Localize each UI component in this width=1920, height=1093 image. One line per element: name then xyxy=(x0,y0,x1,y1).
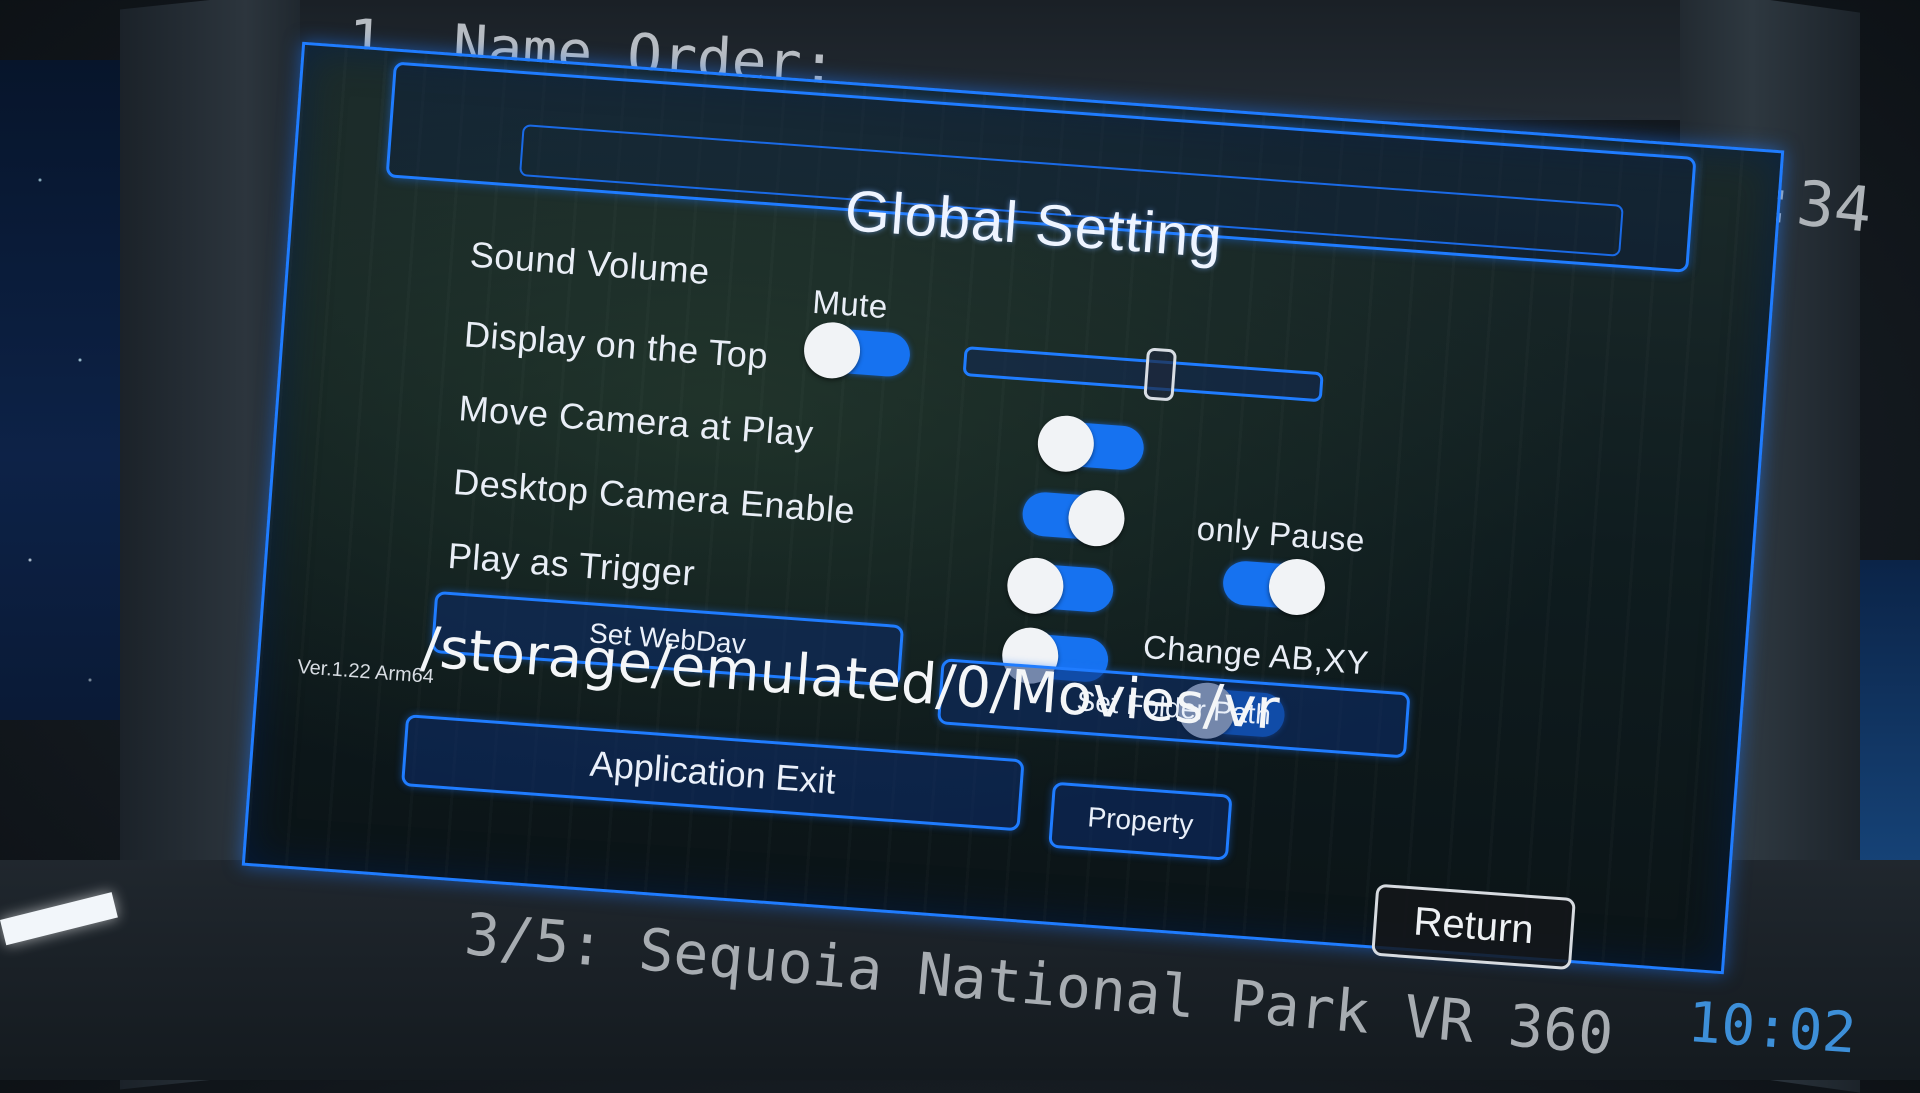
desktop-camera-toggle[interactable] xyxy=(1005,555,1119,620)
return-button[interactable]: Return xyxy=(1371,883,1576,971)
display-on-top-toggle[interactable] xyxy=(1035,413,1150,478)
application-exit-button[interactable]: Application Exit xyxy=(401,714,1025,832)
global-setting-panel: Global Setting Sound Volume Mute Display… xyxy=(241,41,1785,975)
sound-volume-label: Sound Volume xyxy=(468,233,712,293)
version-label: Ver.1.22 Arm64 xyxy=(296,656,435,689)
desktop-camera-label: Desktop Camera Enable xyxy=(451,461,857,532)
move-camera-label: Move Camera at Play xyxy=(457,387,816,455)
property-button[interactable]: Property xyxy=(1048,781,1233,861)
display-on-top-label: Display on the Top xyxy=(462,313,770,377)
only-pause-label: only Pause xyxy=(1195,509,1367,559)
sound-volume-slider[interactable] xyxy=(962,346,1324,403)
only-pause-toggle[interactable] xyxy=(1211,553,1327,617)
mute-label: Mute xyxy=(811,282,890,326)
space-window-left xyxy=(0,60,120,720)
clock-display: 10:02 xyxy=(1685,990,1859,1067)
play-as-trigger-label: Play as Trigger xyxy=(446,534,697,594)
slider-thumb[interactable] xyxy=(1143,347,1178,402)
mute-toggle[interactable] xyxy=(802,320,916,384)
move-camera-toggle[interactable] xyxy=(1011,484,1127,549)
